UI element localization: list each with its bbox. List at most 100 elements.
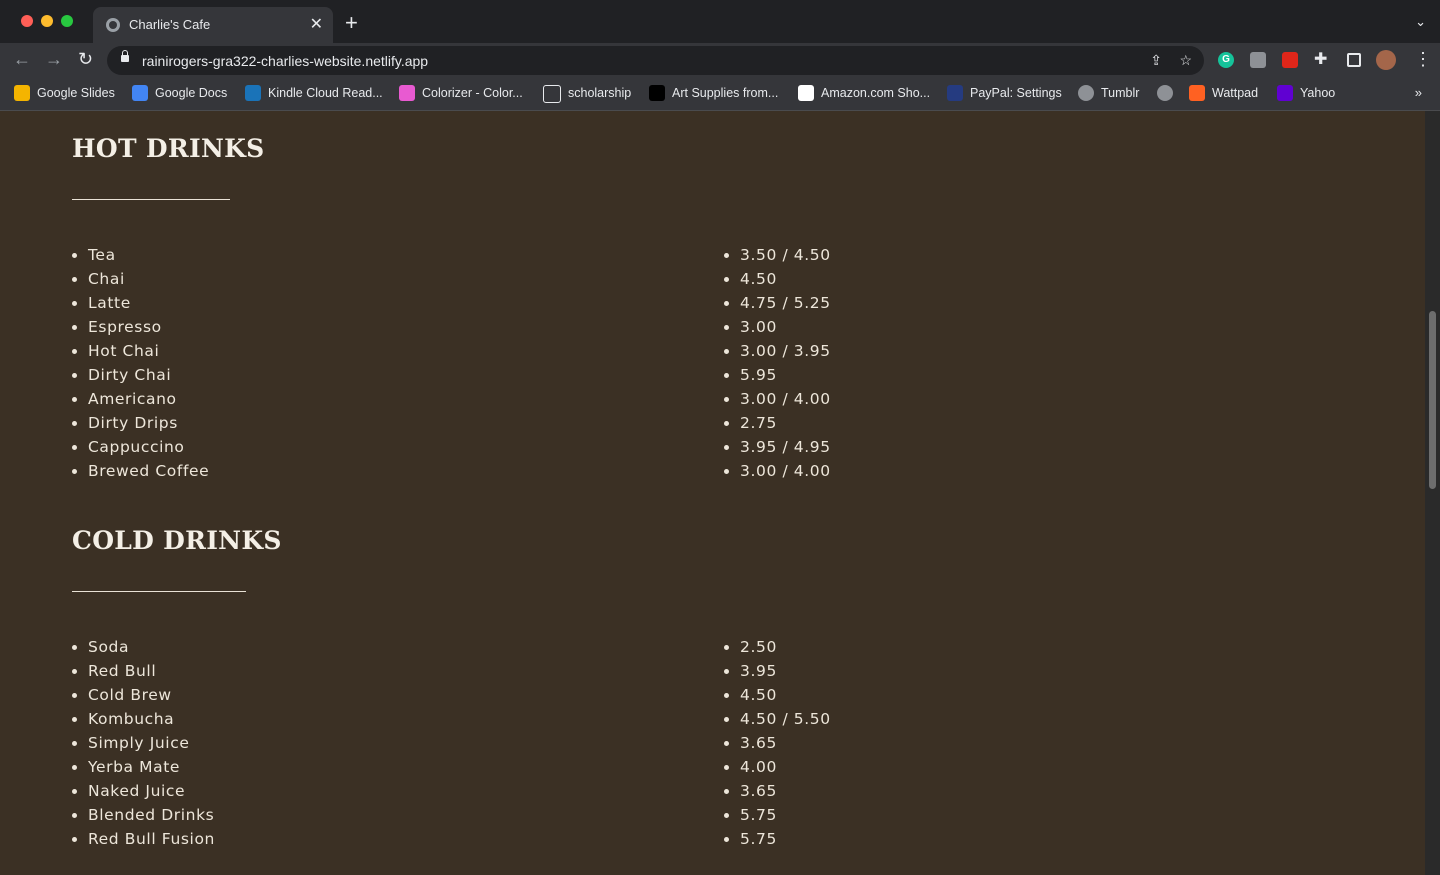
- bookmark-yahoo[interactable]: Yahoo: [1277, 85, 1335, 101]
- share-icon[interactable]: ⇪: [1150, 52, 1162, 68]
- hot-drinks-names-list: Tea Chai Latte Espresso Hot Chai Dirty Chai Am…: [72, 243, 209, 483]
- extension-icon[interactable]: [1250, 52, 1266, 68]
- adobe-extension-icon[interactable]: [1282, 52, 1298, 68]
- menu-item-name: Americano: [72, 387, 209, 411]
- menu-item-price: 2.75: [724, 411, 831, 435]
- bookmark-art-supplies-from[interactable]: Art Supplies from...: [649, 85, 778, 101]
- menu-item-name: Kombucha: [72, 707, 215, 731]
- menu-item-price: 3.65: [724, 731, 831, 755]
- folder-icon: [543, 85, 561, 103]
- menu-item-price: 3.95 / 4.95: [724, 435, 831, 459]
- forward-button[interactable]: →: [45, 49, 63, 69]
- menu-item-price: 4.75 / 5.25: [724, 291, 831, 315]
- grammarly-extension-icon[interactable]: G: [1218, 52, 1234, 68]
- divider: [72, 591, 246, 592]
- bookmark-label: Yahoo: [1300, 86, 1336, 100]
- bookmark-label: Wattpad: [1212, 86, 1259, 100]
- menu-item-price: 3.00 / 3.95: [724, 339, 831, 363]
- menu-item-name: Brewed Coffee: [72, 459, 209, 483]
- bookmark-colorizer-color[interactable]: Colorizer - Color...: [399, 85, 523, 101]
- section-title: COLD DRINKS: [72, 526, 282, 555]
- bookmark-google-slides[interactable]: Google Slides: [14, 85, 115, 101]
- side-panel-icon[interactable]: [1347, 53, 1361, 67]
- bookmark-amazon-com-sho[interactable]: Amazon.com Sho...: [798, 85, 930, 101]
- bookmark-label: PayPal: Settings: [970, 86, 1062, 100]
- menu-item-name: Tea: [72, 243, 209, 267]
- bookmark-label: Amazon.com Sho...: [821, 86, 931, 100]
- bookmark-label: Kindle Cloud Read...: [268, 86, 383, 100]
- bookmark-label: Tumblr: [1101, 86, 1140, 100]
- reload-button[interactable]: ↻: [78, 49, 93, 69]
- menu-item-name: Simply Juice: [72, 731, 215, 755]
- close-tab-icon[interactable]: ✕: [310, 15, 323, 35]
- menu-item-name: Latte: [72, 291, 209, 315]
- menu-item-name: Dirty Drips: [72, 411, 209, 435]
- menu-item-name: Blended Drinks: [72, 803, 215, 827]
- menu-item-name: Naked Juice: [72, 779, 215, 803]
- colorizer-icon: [399, 85, 415, 101]
- new-tab-button[interactable]: +: [345, 12, 358, 34]
- slides-icon: [14, 85, 30, 101]
- lock-icon[interactable]: [121, 50, 129, 62]
- bookmarks-bar: » Google Slides Google Docs Kindle Cloud R…: [0, 77, 1440, 111]
- menu-item-price: 2.50: [724, 635, 831, 659]
- browser-menu-icon[interactable]: ⋮: [1414, 49, 1432, 69]
- bookmark-label: Art Supplies from...: [672, 86, 779, 100]
- bookmark-label: Google Docs: [155, 86, 228, 100]
- cold-drinks-prices-list: 2.50 3.95 4.50 4.50 / 5.50 3.65 4.00 3.65 5.75 5…: [724, 635, 831, 851]
- back-button[interactable]: ←: [13, 49, 31, 69]
- menu-item-price: 3.00: [724, 315, 831, 339]
- page-content: HOT DRINKS Tea Chai Latte Espresso Hot Chai D…: [0, 111, 1425, 875]
- tab-strip: Charlie's Cafe ✕ + ⌄: [0, 0, 1440, 43]
- menu-item-price: 4.50: [724, 683, 831, 707]
- menu-item-name: Espresso: [72, 315, 209, 339]
- kindle-icon: [245, 85, 261, 101]
- close-window-button[interactable]: [21, 15, 33, 27]
- tab-title: Charlie's Cafe: [129, 17, 211, 32]
- hot-drinks-prices-list: 3.50 / 4.50 4.50 4.75 / 5.25 3.00 3.00 / 3.9…: [724, 243, 831, 483]
- bookmark-kindle-cloud-read[interactable]: Kindle Cloud Read...: [245, 85, 383, 101]
- bookmarks-overflow-icon[interactable]: »: [1415, 85, 1422, 100]
- menu-item-price: 3.65: [724, 779, 831, 803]
- docs-icon: [132, 85, 148, 101]
- blick-icon: [649, 85, 665, 101]
- bookmark-google-docs[interactable]: Google Docs: [132, 85, 227, 101]
- cold-drinks-section: COLD DRINKS Soda Red Bull Cold Brew Kombuch…: [72, 525, 1372, 848]
- scrollbar[interactable]: [1425, 111, 1440, 875]
- menu-item-name: Dirty Chai: [72, 363, 209, 387]
- paypal-icon: [947, 85, 963, 101]
- url-text[interactable]: rainirogers-gra322-charlies-website.netl…: [142, 53, 428, 69]
- tab-search-icon[interactable]: ⌄: [1415, 14, 1426, 30]
- bookmark-paypal-settings[interactable]: PayPal: Settings: [947, 85, 1062, 101]
- scrollbar-thumb[interactable]: [1429, 311, 1436, 489]
- menu-item-name: Red Bull Fusion: [72, 827, 215, 851]
- menu-item-price: 5.75: [724, 827, 831, 851]
- menu-item-price: 5.75: [724, 803, 831, 827]
- menu-item-price: 4.50: [724, 267, 831, 291]
- tab-charlies-cafe[interactable]: Charlie's Cafe ✕: [93, 7, 333, 43]
- cold-drinks-names-list: Soda Red Bull Cold Brew Kombucha Simply Juic…: [72, 635, 215, 851]
- menu-item-price: 3.95: [724, 659, 831, 683]
- menu-item-name: Yerba Mate: [72, 755, 215, 779]
- bookmark-wattpad[interactable]: Wattpad: [1189, 85, 1258, 101]
- extensions-puzzle-icon[interactable]: ✚: [1314, 52, 1330, 68]
- menu-item-price: 3.50 / 4.50: [724, 243, 831, 267]
- amazon-icon: [798, 85, 814, 101]
- bookmark-scholarship[interactable]: scholarship: [543, 85, 632, 103]
- menu-item-name: Cappuccino: [72, 435, 209, 459]
- profile-avatar[interactable]: [1376, 50, 1396, 70]
- menu-item-name: Chai: [72, 267, 209, 291]
- section-title: HOT DRINKS: [72, 134, 265, 163]
- minimize-window-button[interactable]: [41, 15, 53, 27]
- menu-item-name: Hot Chai: [72, 339, 209, 363]
- bookmark-tumblr[interactable]: Tumblr: [1078, 85, 1139, 101]
- wattpad-icon: [1189, 85, 1205, 101]
- bookmark-globe[interactable]: [1157, 85, 1180, 101]
- bookmark-label: scholarship: [568, 86, 632, 100]
- divider: [72, 199, 230, 200]
- bookmark-star-icon[interactable]: ☆: [1179, 52, 1192, 68]
- address-bar[interactable]: rainirogers-gra322-charlies-website.netl…: [107, 46, 1204, 75]
- hot-drinks-section: HOT DRINKS Tea Chai Latte Espresso Hot Chai D…: [72, 133, 1372, 480]
- maximize-window-button[interactable]: [61, 15, 73, 27]
- menu-item-price: 4.50 / 5.50: [724, 707, 831, 731]
